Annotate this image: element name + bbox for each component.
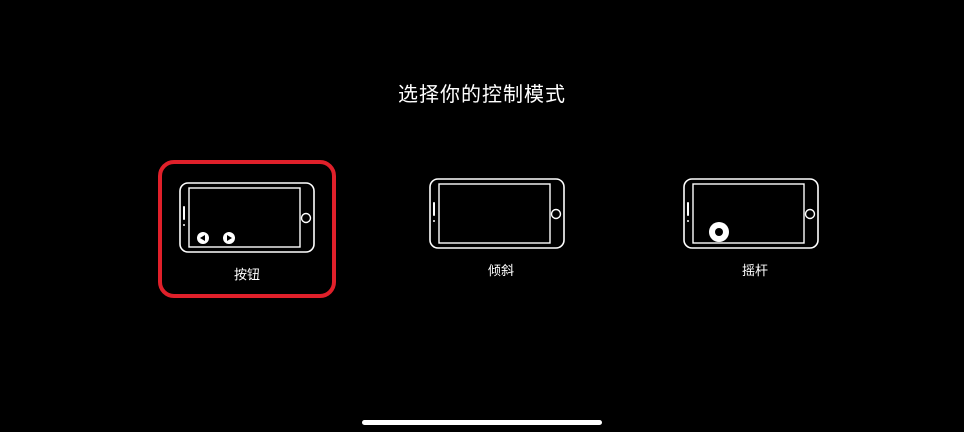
phone-with-joystick-icon [683,178,819,249]
phone-tilt-icon [429,178,565,249]
control-option-joystick[interactable]: 摇杆 [666,160,844,298]
control-option-button[interactable]: 按钮 [158,160,336,298]
home-indicator[interactable] [362,420,602,425]
control-option-tilt[interactable]: 倾斜 [412,160,590,298]
control-option-label: 倾斜 [487,264,514,279]
page-title: 选择你的控制模式 [398,82,566,106]
control-option-label: 按钮 [233,268,260,283]
phone-with-buttons-icon [179,182,315,253]
control-option-label: 摇杆 [741,264,768,279]
control-mode-screen: 选择你的控制模式 按钮 倾斜 摇杆 [0,0,964,432]
